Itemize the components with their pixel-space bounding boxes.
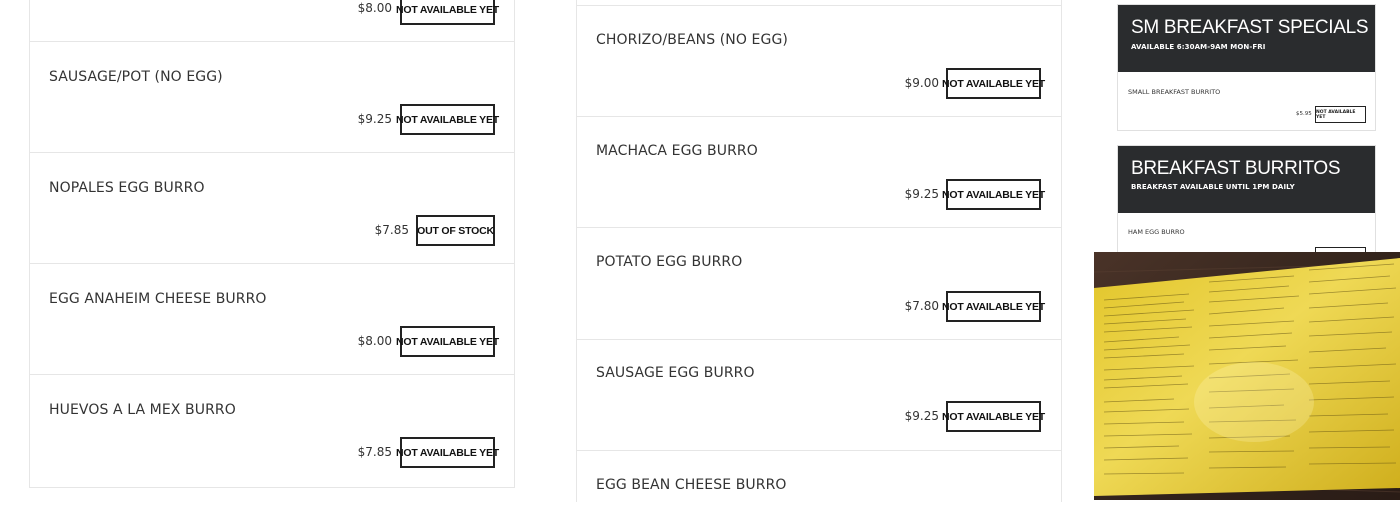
not-available-button[interactable]: NOT AVAILABLE YET bbox=[942, 291, 1045, 322]
item-price: $9.00 bbox=[904, 76, 939, 90]
section-header: BREAKFAST BURRITOS BREAKFAST AVAILABLE U… bbox=[1118, 146, 1375, 213]
section-title: SM BREAKFAST SPECIALS bbox=[1131, 17, 1369, 38]
item-price: $9.25 bbox=[904, 409, 939, 423]
item-name: HUEVOS A LA MEX BURRO bbox=[49, 402, 236, 418]
not-available-button[interactable]: NOT AVAILABLE YET bbox=[396, 104, 499, 135]
menu-column-middle: CHORIZO/BEANS (NO EGG) $9.00 NOT AVAILAB… bbox=[576, 0, 1062, 502]
item-price: $8.00 bbox=[357, 1, 392, 15]
menu-item: EGG ANAHEIM CHEESE BURRO $8.00 NOT AVAIL… bbox=[30, 263, 514, 375]
menu-item: SAUSAGE EGG BURRO $9.25 NOT AVAILABLE YE… bbox=[577, 339, 1061, 451]
section-subtitle: AVAILABLE 6:30AM-9AM MON-FRI bbox=[1131, 43, 1266, 51]
item-price: $8.00 bbox=[357, 334, 392, 348]
not-available-button[interactable]: NOT AVAILABLE YET bbox=[396, 326, 499, 357]
item-price: $9.25 bbox=[357, 112, 392, 126]
side-item-price: $5.95 bbox=[1296, 111, 1312, 117]
item-name: POTATO EGG BURRO bbox=[596, 254, 743, 270]
menu-item: EGG BEAN CHEESE BURRO bbox=[577, 450, 1061, 511]
not-available-button[interactable]: NOT AVAILABLE YET bbox=[942, 68, 1045, 99]
menu-photo bbox=[1094, 252, 1400, 500]
menu-item: NOPALES EGG BURRO $7.85 OUT OF STOCK bbox=[30, 152, 514, 264]
section-subtitle: BREAKFAST AVAILABLE UNTIL 1PM DAILY bbox=[1131, 183, 1295, 191]
item-name: SAUSAGE/POT (NO EGG) bbox=[49, 69, 223, 85]
item-name: EGG BEAN CHEESE BURRO bbox=[596, 477, 787, 493]
item-name: EGG ANAHEIM CHEESE BURRO bbox=[49, 291, 267, 307]
menu-photo-image bbox=[1094, 252, 1400, 500]
item-price: $9.25 bbox=[904, 187, 939, 201]
breakfast-burritos-section: BREAKFAST BURRITOS BREAKFAST AVAILABLE U… bbox=[1117, 145, 1376, 264]
menu-item: HUEVOS A LA MEX BURRO $7.85 NOT AVAILABL… bbox=[30, 374, 514, 487]
item-name: SAUSAGE EGG BURRO bbox=[596, 365, 755, 381]
item-price: $7.85 bbox=[357, 445, 392, 459]
section-header: SM BREAKFAST SPECIALS AVAILABLE 6:30AM-9… bbox=[1118, 5, 1375, 72]
menu-column-left: $8.00 NOT AVAILABLE YET SAUSAGE/POT (NO … bbox=[29, 0, 515, 488]
menu-item: CHORIZO/BEANS (NO EGG) $9.00 NOT AVAILAB… bbox=[577, 5, 1061, 117]
menu-item: $8.00 NOT AVAILABLE YET bbox=[30, 0, 514, 41]
item-name: MACHACA EGG BURRO bbox=[596, 143, 758, 159]
not-available-button[interactable]: NOT AVAILABLE YET bbox=[396, 0, 499, 25]
item-name: NOPALES EGG BURRO bbox=[49, 180, 205, 196]
not-available-button[interactable]: NOT AVAILABLE YET bbox=[942, 401, 1045, 432]
sm-breakfast-specials-section: SM BREAKFAST SPECIALS AVAILABLE 6:30AM-9… bbox=[1117, 4, 1376, 131]
side-item-name: SMALL BREAKFAST BURRITO bbox=[1128, 88, 1221, 96]
item-name: CHORIZO/BEANS (NO EGG) bbox=[596, 32, 788, 48]
item-price: $7.85 bbox=[374, 223, 409, 237]
menu-item: MACHACA EGG BURRO $9.25 NOT AVAILABLE YE… bbox=[577, 116, 1061, 228]
side-item-name: HAM EGG BURRO bbox=[1128, 228, 1185, 236]
not-available-button[interactable]: NOT AVAILABLE YET bbox=[942, 179, 1045, 210]
not-available-button[interactable]: NOT AVAILABLE YET bbox=[1315, 106, 1366, 123]
item-price: $7.80 bbox=[904, 299, 939, 313]
menu-item: POTATO EGG BURRO $7.80 NOT AVAILABLE YET bbox=[577, 227, 1061, 340]
menu-item: SAUSAGE/POT (NO EGG) $9.25 NOT AVAILABLE… bbox=[30, 41, 514, 153]
not-available-button[interactable]: NOT AVAILABLE YET bbox=[396, 437, 499, 468]
out-of-stock-button[interactable]: OUT OF STOCK bbox=[416, 215, 495, 246]
section-title: BREAKFAST BURRITOS bbox=[1131, 158, 1341, 179]
